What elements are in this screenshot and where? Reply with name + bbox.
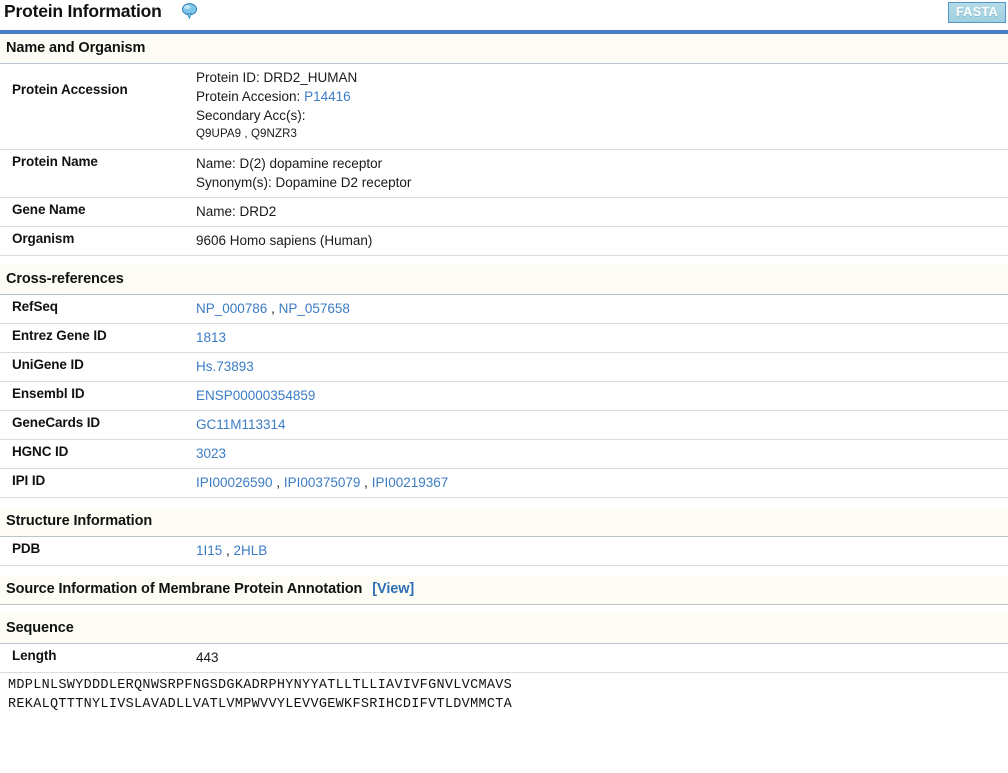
xref-link-np_057658[interactable]: NP_057658 [279,301,350,316]
row-label: RefSeq [12,299,58,314]
row-value: Hs.73893 [190,353,1008,381]
xref-link-3023[interactable]: 3023 [196,446,226,461]
view-link[interactable]: [View] [372,581,414,597]
title-bar: Protein Information FASTA [0,0,1008,28]
section-heading-name-and-organism: Name and Organism [0,34,1008,64]
accession-link-p14416[interactable]: P14416 [304,89,351,104]
xref-link-ensp00000354859[interactable]: ENSP00000354859 [196,388,315,403]
row-value: 1813 [190,324,1008,352]
link-separator: , [360,475,372,490]
xref-link-1813[interactable]: 1813 [196,330,226,345]
table-row-unigene-id: UniGene ID Hs.73893 [0,353,1008,382]
fasta-button[interactable]: FASTA [947,2,1006,23]
row-label: HGNC ID [12,444,69,459]
link-separator: , [267,301,279,316]
cross-references-table: RefSeq NP_000786 , NP_057658 Entrez Gene I… [0,295,1008,498]
sequence-text: MDPLNLSWYDDDLERQNWSRPFNGSDGKADRPHYNYYATL… [8,678,513,712]
row-value: ENSP00000354859 [190,382,1008,410]
row-value: 443 [196,650,219,665]
row-label: Protein Accession [12,82,128,97]
row-label: PDB [12,541,41,556]
row-value: 9606 Homo sapiens (Human) [196,233,373,248]
protein-name-line: Name: D(2) dopamine receptor [196,156,383,171]
table-row-protein-accession: Protein Accession Protein ID: DRD2_HUMAN… [0,64,1008,150]
link-separator: , [272,475,284,490]
row-label: Entrez Gene ID [12,328,107,343]
section-heading-cross-references: Cross-references [0,265,1008,295]
protein-information-page: Protein Information FASTA Name and Organ… [0,0,1008,714]
row-value: Protein ID: DRD2_HUMAN Protein Accesion:… [190,64,1008,149]
row-value: 3023 [190,440,1008,468]
secondary-acc-values: Q9UPA9 , Q9NZR3 [196,128,297,140]
row-label: Gene Name [12,202,86,217]
structure-information-table: PDB 1I15 , 2HLB [0,537,1008,566]
row-label: Protein Name [12,154,98,169]
link-separator: , [222,543,234,558]
xref-link-np_000786[interactable]: NP_000786 [196,301,267,316]
table-row-ensembl-id: Ensembl ID ENSP00000354859 [0,382,1008,411]
protein-accession-line: Protein Accesion: P14416 [196,87,1008,106]
row-value: NP_000786 , NP_057658 [190,295,1008,323]
row-value: IPI00026590 , IPI00375079 , IPI00219367 [190,469,1008,497]
pdb-link-1i15[interactable]: 1I15 [196,543,222,558]
source-information-title: Source Information of Membrane Protein A… [6,581,363,597]
row-label: Length [12,648,57,663]
xref-link-gc11m113314[interactable]: GC11M113314 [196,417,286,432]
section-heading-structure-information: Structure Information [0,507,1008,537]
table-row-genecards-id: GeneCards ID GC11M113314 [0,411,1008,440]
xref-link-ipi00026590[interactable]: IPI00026590 [196,475,273,490]
row-label: GeneCards ID [12,415,101,430]
section-heading-sequence: Sequence [0,614,1008,644]
table-row-sequence-length: Length 443 [0,644,1008,673]
table-row-pdb: PDB 1I15 , 2HLB [0,537,1008,566]
section-heading-source-information: Source Information of Membrane Protein A… [0,575,1008,605]
row-label: Organism [12,231,75,246]
row-label: UniGene ID [12,357,84,372]
protein-id-value: DRD2_HUMAN [263,70,358,85]
row-value: Name: DRD2 [196,204,277,219]
page-title: Protein Information [4,1,162,21]
speech-balloon-icon[interactable] [181,2,198,20]
row-value: Name: D(2) dopamine receptor Synonym(s):… [190,150,1008,197]
table-row-ipi-id: IPI ID IPI00026590 , IPI00375079 , IPI002… [0,469,1008,498]
protein-synonym-line: Synonym(s): Dopamine D2 receptor [196,175,412,190]
row-label: Ensembl ID [12,386,85,401]
xref-link-ipi00219367[interactable]: IPI00219367 [372,475,449,490]
table-row-gene-name: Gene Name Name: DRD2 [0,198,1008,227]
table-row-protein-name: Protein Name Name: D(2) dopamine recepto… [0,150,1008,198]
pdb-link-2hlb[interactable]: 2HLB [234,543,268,558]
row-value: 1I15 , 2HLB [190,537,1008,565]
accession-label: Protein Accesion: [196,89,301,104]
xref-link-ipi00375079[interactable]: IPI00375079 [284,475,361,490]
table-row-refseq: RefSeq NP_000786 , NP_057658 [0,295,1008,324]
row-value: GC11M113314 [190,411,1008,439]
secondary-acc-label: Secondary Acc(s): [196,108,306,123]
xref-link-hs.73893[interactable]: Hs.73893 [196,359,254,374]
table-row-entrez-gene-id: Entrez Gene ID 1813 [0,324,1008,353]
row-label: IPI ID [12,473,46,488]
table-row-hgnc-id: HGNC ID 3023 [0,440,1008,469]
protein-id-label: Protein ID: [196,70,260,85]
protein-id-line: Protein ID: DRD2_HUMAN [196,68,1008,87]
table-row-organism: Organism 9606 Homo sapiens (Human) [0,227,1008,256]
